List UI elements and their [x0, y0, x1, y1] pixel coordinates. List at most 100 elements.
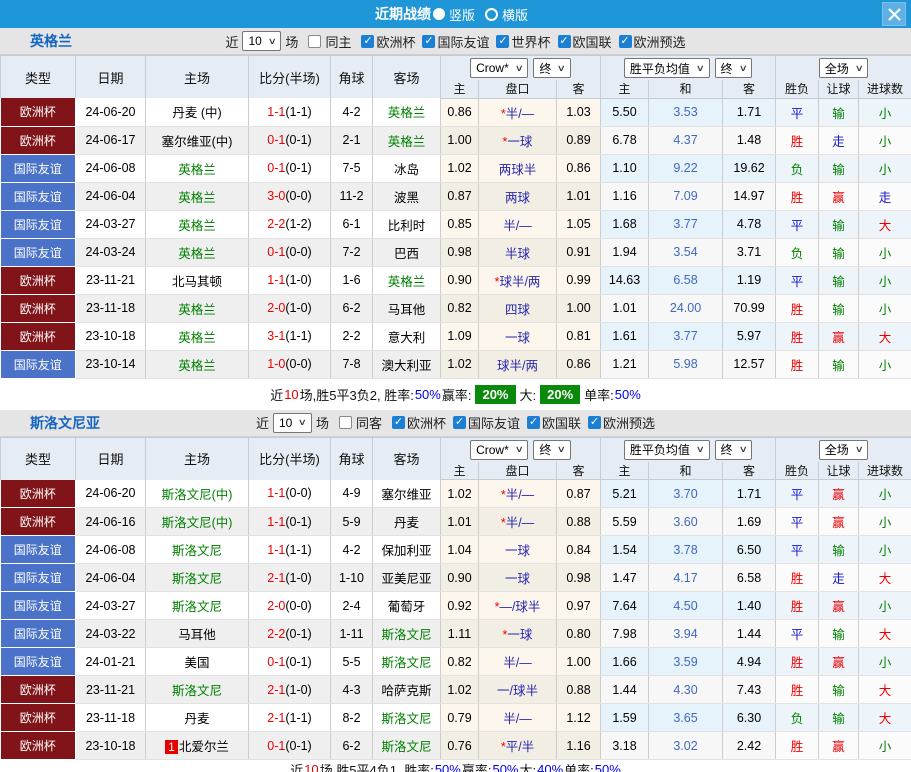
subcol-result: 胜负 [775, 80, 820, 99]
cell-goals-result-value: 小 [878, 544, 892, 558]
cell-goals-result: 小 [858, 507, 911, 536]
cell-handicap: *一球 [478, 126, 557, 155]
league-checkbox[interactable]: ✓ [452, 416, 466, 429]
same-venue-checkbox[interactable] [308, 34, 322, 48]
cell-result: 平 [775, 479, 820, 508]
fulltime-score: 3-0 [267, 189, 286, 203]
cell-handicap-result: 输 [818, 619, 860, 648]
subcol-avg-draw: 和 [648, 80, 724, 99]
cell-home-team: 丹麦 (中) [145, 98, 249, 127]
cell-result-value: 负 [790, 162, 804, 177]
home-team-name: 英格兰 [178, 218, 216, 233]
league-checkbox[interactable]: ✓ [557, 34, 571, 48]
col-type: 类型 [0, 55, 76, 98]
col-score: 比分(半场) [248, 436, 331, 480]
subcol-goals-result: 进球数 [858, 461, 911, 480]
cell-match-type: 欧洲杯 [0, 731, 76, 760]
horizontal-option-label[interactable]: 横版 [502, 5, 528, 24]
cell-match-type: 国际友谊 [0, 619, 76, 648]
vertical-option-label[interactable]: 竖版 [449, 5, 475, 24]
cell-avg-draw: 4.37 [648, 126, 724, 155]
cell-avg-home: 3.18 [600, 731, 650, 760]
bookmaker-select[interactable]: Crow* ∨ [470, 439, 529, 460]
cell-away-odds: 1.12 [556, 703, 602, 732]
league-checkbox[interactable]: ✓ [618, 34, 632, 48]
col-home: 主场 [145, 55, 249, 98]
section-england: 英格兰 近 10 ∨ 场 同主 ✓ 欧洲杯 ✓ 国际友谊 ✓ 世界杯 ✓ 欧国联 ✓ 欧洲预选 类型… [0, 28, 911, 410]
cell-handicap: *球半/两 [478, 266, 557, 295]
cell-handicap: 一球 [478, 563, 557, 592]
avg-draw-value: 4.50 [673, 598, 698, 613]
odds-stage-select[interactable]: 终 ∨ [533, 439, 571, 460]
cell-avg-draw: 7.09 [648, 182, 724, 211]
table-row: 欧洲杯 23-10-18 1 北爱尔兰 0-1(0-1) 6-2 斯洛文尼 0.76 *平/半 1… [0, 731, 911, 760]
match-count-select[interactable]: 10 ∨ [242, 31, 282, 51]
halftime-score: (0-1) [285, 133, 312, 147]
cell-result: 胜 [775, 675, 820, 704]
cell-handicap-result-value: 赢 [832, 516, 845, 530]
cell-goals-result-value: 大 [878, 684, 892, 698]
avg-stage-select[interactable]: 终 ∨ [714, 58, 753, 78]
table-row: 欧洲杯 24-06-20 斯洛文尼(中) 1-1(0-0) 4-9 塞尔维亚 1.02 *半/… [0, 479, 911, 508]
cell-date: 24-06-17 [75, 126, 146, 155]
league-checkbox[interactable]: ✓ [527, 416, 540, 429]
cell-match-type: 国际友谊 [0, 210, 76, 239]
cell-corners: 7-5 [330, 154, 373, 183]
avg-odds-select[interactable]: 胜平负均值 ∨ [623, 439, 710, 460]
halftime-score: (1-1) [285, 542, 312, 557]
cell-away-odds: 0.86 [556, 350, 602, 379]
handicap-value: 两球 [504, 190, 530, 205]
league-filter-item: ✓ 欧国联 [521, 413, 581, 432]
league-checkbox[interactable]: ✓ [496, 34, 510, 48]
table-row: 国际友谊 24-06-08 斯洛文尼 1-1(1-1) 4-2 保加利亚 1.04 一球 0.8… [0, 535, 911, 564]
cell-handicap-result-value: 输 [832, 218, 845, 233]
cell-handicap-result: 赢 [818, 507, 860, 536]
avg-draw-value: 4.37 [673, 133, 698, 147]
cell-corners: 2-4 [330, 591, 373, 620]
close-button[interactable] [882, 2, 906, 26]
table-row: 欧洲杯 23-11-21 斯洛文尼 2-1(1-0) 4-3 哈萨克斯 1.02 一/球半 0.… [0, 675, 911, 704]
cell-result-value: 胜 [790, 600, 804, 614]
fulltime-select[interactable]: 全场 ∨ [818, 439, 869, 460]
radio-vertical-icon[interactable] [432, 8, 445, 20]
cell-date: 24-06-08 [75, 154, 146, 183]
matches-body: 欧洲杯 24-06-20 丹麦 (中) 1-1(1-1) 4-2 英格兰 0.86 *半/— 1… [0, 98, 911, 379]
league-checkbox[interactable]: ✓ [391, 416, 405, 429]
cell-match-type: 欧洲杯 [0, 675, 76, 704]
cell-handicap-result-value: 赢 [832, 330, 845, 345]
bookmaker-select[interactable]: Crow* ∨ [470, 58, 529, 78]
cell-away-odds: 1.00 [556, 294, 602, 323]
avg-odds-select[interactable]: 胜平负均值 ∨ [623, 58, 710, 78]
radio-horizontal-icon[interactable] [485, 7, 498, 21]
avg-stage-select[interactable]: 终 ∨ [714, 439, 753, 460]
odds-stage-select[interactable]: 终 ∨ [533, 58, 571, 78]
home-team-name: 北爱尔兰 [178, 740, 229, 754]
cell-score: 0-1(0-1) [248, 731, 331, 760]
same-venue-checkbox[interactable] [338, 416, 352, 429]
league-filter-list: ✓ 欧洲杯 ✓ 国际友谊 ✓ 欧国联 ✓ 欧洲预选 [386, 413, 655, 432]
league-checkbox[interactable]: ✓ [422, 34, 436, 48]
league-checkbox[interactable]: ✓ [588, 416, 602, 429]
cell-corners: 11-2 [330, 182, 373, 211]
summary-text: 场,胜5平4负1, 胜率: [319, 762, 434, 772]
cell-score: 0-1(0-1) [248, 647, 331, 676]
cell-away-team: 斯洛文尼 [372, 703, 441, 732]
handicap-value: 球半/两 [497, 358, 538, 373]
cell-score: 1-1(1-1) [248, 98, 331, 127]
league-checkbox[interactable]: ✓ [361, 34, 375, 48]
fulltime-select[interactable]: 全场 ∨ [818, 58, 869, 78]
cell-handicap-result-value: 输 [832, 162, 845, 177]
cell-avg-draw: 3.65 [648, 703, 724, 732]
cell-result: 平 [775, 535, 820, 564]
same-venue-label: 同客 [355, 416, 382, 431]
halftime-score: (1-0) [285, 273, 312, 287]
cell-home-odds: 1.02 [440, 350, 479, 379]
cell-corners: 7-8 [330, 350, 373, 379]
avg-draw-value: 3.02 [673, 738, 698, 753]
match-count-select[interactable]: 10 ∨ [272, 412, 312, 433]
cell-corners: 4-2 [330, 98, 373, 127]
league-label: 国际友谊 [437, 34, 490, 50]
table-row: 国际友谊 24-03-24 英格兰 0-1(0-0) 7-2 巴西 0.98 半球 0.91 1.… [0, 238, 911, 267]
cell-away-team: 斯洛文尼 [372, 647, 441, 676]
cell-home-odds: 1.02 [440, 675, 479, 704]
